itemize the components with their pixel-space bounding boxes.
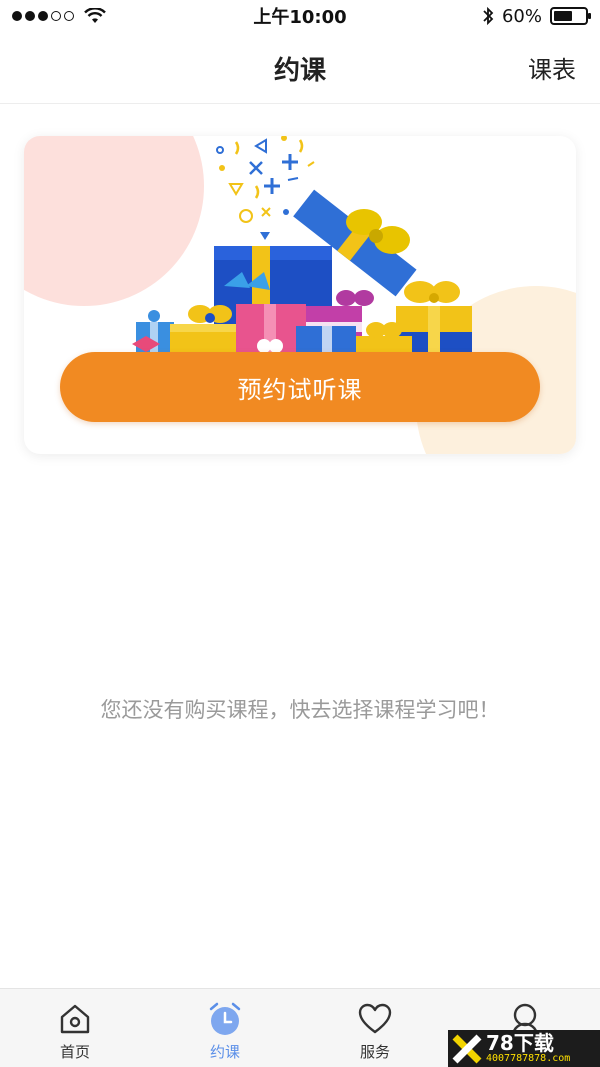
nav-bar: 约课 课表 <box>0 32 600 104</box>
battery-icon <box>550 7 591 25</box>
bluetooth-icon <box>483 6 494 26</box>
tab-book-class[interactable]: 约课 <box>150 989 300 1067</box>
tab-label: 服务 <box>359 1043 390 1061</box>
site-watermark: 78下载 4007787878.com <box>448 1030 600 1067</box>
tab-service[interactable]: 服务 <box>300 989 450 1067</box>
schedule-button[interactable]: 课表 <box>528 50 576 85</box>
tab-label: 首页 <box>59 1043 90 1061</box>
cellular-signal-icon <box>12 11 74 21</box>
tab-label: 约课 <box>209 1043 240 1061</box>
tab-home[interactable]: 首页 <box>0 989 150 1067</box>
book-trial-class-button[interactable]: 预约试听课 <box>60 352 540 422</box>
watermark-title: 78下载 <box>486 1030 554 1055</box>
trial-class-card: 预约试听课 <box>24 136 576 454</box>
home-icon <box>57 1001 93 1037</box>
page-title: 约课 <box>273 56 326 86</box>
empty-state-message: 您还没有购买课程，快去选择课程学习吧！ <box>100 698 500 722</box>
gift-boxes-illustration <box>132 136 472 358</box>
x-logo-icon <box>452 1034 482 1063</box>
wifi-icon <box>84 8 106 23</box>
watermark-subtitle: 4007787878.com <box>486 1052 571 1064</box>
battery-percent: 60% <box>501 5 542 27</box>
heart-icon <box>357 1001 393 1037</box>
status-bar: 上午10:00 60% <box>0 0 600 32</box>
alarm-clock-icon <box>207 1001 243 1037</box>
